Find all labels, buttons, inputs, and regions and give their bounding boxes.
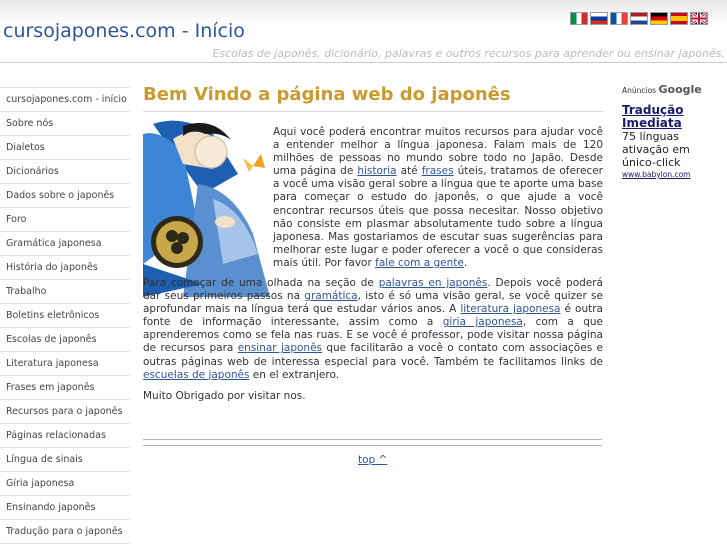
slang-link[interactable]: giria japonesa bbox=[443, 316, 523, 328]
ad-header: Anúncios Google bbox=[622, 83, 722, 96]
sidebar-item-dictionaries[interactable]: Dicionários bbox=[0, 160, 130, 184]
flag-russia-icon[interactable] bbox=[590, 12, 608, 25]
flag-italy-icon[interactable] bbox=[570, 12, 588, 25]
back-to-top-link[interactable]: top ^ bbox=[358, 454, 387, 466]
ad-title-link[interactable]: Tradução Imediata bbox=[622, 104, 722, 130]
intro-text-3: úteis, tratamos de oferecer a você uma v… bbox=[273, 165, 603, 269]
sidebar-nav: cursojapones.com - início Sobre nós Dial… bbox=[0, 87, 130, 544]
sidebar-item-slang[interactable]: Gíria japonesa bbox=[0, 472, 130, 496]
schools-link[interactable]: escuelas de japonês bbox=[143, 369, 249, 381]
sidebar-item-dialects[interactable]: Dialetos bbox=[0, 136, 130, 160]
sidebar-item-jobs[interactable]: Trabalho bbox=[0, 280, 130, 304]
flag-spain-icon[interactable] bbox=[670, 12, 688, 25]
sidebar-item-sign-language[interactable]: Língua de sinais bbox=[0, 448, 130, 472]
words-link[interactable]: palavras en japonês bbox=[379, 277, 488, 289]
sidebar-item-history[interactable]: História do japonês bbox=[0, 256, 130, 280]
start-paragraph: Para começar de uma olhada na seção de p… bbox=[143, 277, 603, 382]
google-logo[interactable]: Google bbox=[659, 83, 702, 96]
sidebar-item-about[interactable]: Sobre nós bbox=[0, 112, 130, 136]
sidebar-item-grammar[interactable]: Gramática japonesa bbox=[0, 232, 130, 256]
teach-link[interactable]: ensinar japonês bbox=[238, 342, 322, 354]
sidebar-item-resources[interactable]: Recursos para o japonês bbox=[0, 400, 130, 424]
literature-link[interactable]: literatura japonesa bbox=[460, 303, 560, 315]
site-title[interactable]: cursojapones.com - Início bbox=[3, 20, 245, 42]
ad-url-link[interactable]: www.babylon.com bbox=[622, 170, 722, 179]
start-text-1: Para começar de uma olhada na seção de bbox=[143, 277, 379, 289]
flag-germany-icon[interactable] bbox=[650, 12, 668, 25]
sidebar-item-translation[interactable]: Tradução para o japonês bbox=[0, 520, 130, 544]
sidebar-item-newsletters[interactable]: Boletins eletrônicos bbox=[0, 304, 130, 328]
flag-france-icon[interactable] bbox=[610, 12, 628, 25]
sidebar-item-phrases[interactable]: Frases em japonês bbox=[0, 376, 130, 400]
intro-text-4: . bbox=[463, 256, 468, 269]
flag-netherlands-icon[interactable] bbox=[630, 12, 648, 25]
page-title: Bem Vindo a página web do japonês bbox=[143, 82, 603, 112]
page-header: cursojapones.com - Início Escolas de jap… bbox=[0, 0, 727, 64]
header-divider bbox=[0, 62, 727, 63]
main-content: Bem Vindo a página web do japonês Aqui v… bbox=[143, 82, 603, 402]
footer-divider-top bbox=[143, 439, 602, 440]
sidebar-item-teaching[interactable]: Ensinando japonês bbox=[0, 496, 130, 520]
site-tagline: Escolas de japonês, dicionário, palavras… bbox=[212, 47, 725, 60]
sidebar-item-home[interactable]: cursojapones.com - início bbox=[0, 87, 130, 112]
start-text-7: en el extranjero. bbox=[249, 368, 340, 381]
footer-divider-bottom bbox=[143, 445, 602, 446]
history-link[interactable]: historia bbox=[357, 165, 396, 177]
google-ad: Anúncios Google Tradução Imediata 75 lín… bbox=[622, 83, 722, 179]
sidebar-item-schools[interactable]: Escolas de japonês bbox=[0, 328, 130, 352]
ad-body: 75 línguas ativação em único-click bbox=[622, 130, 690, 169]
sidebar-item-related[interactable]: Páginas relacionadas bbox=[0, 424, 130, 448]
language-flags bbox=[570, 12, 708, 25]
phrases-link[interactable]: frases bbox=[422, 165, 454, 177]
intro-paragraph: Aqui você poderá encontrar muitos recurs… bbox=[273, 126, 603, 270]
contact-link[interactable]: fale com a gente bbox=[375, 257, 464, 269]
geisha-illustration bbox=[143, 114, 270, 297]
intro-text-2: até bbox=[396, 165, 422, 178]
sidebar-item-forum[interactable]: Foro bbox=[0, 208, 130, 232]
flag-uk-icon[interactable] bbox=[690, 12, 708, 25]
sidebar-item-literature[interactable]: Literatura japonesa bbox=[0, 352, 130, 376]
thanks-paragraph: Muito Obrigado por visitar nos. bbox=[143, 390, 306, 402]
ad-label: Anúncios bbox=[622, 86, 657, 95]
grammar-link[interactable]: gramática bbox=[304, 290, 357, 302]
sidebar-item-facts[interactable]: Dados sobre o japonês bbox=[0, 184, 130, 208]
